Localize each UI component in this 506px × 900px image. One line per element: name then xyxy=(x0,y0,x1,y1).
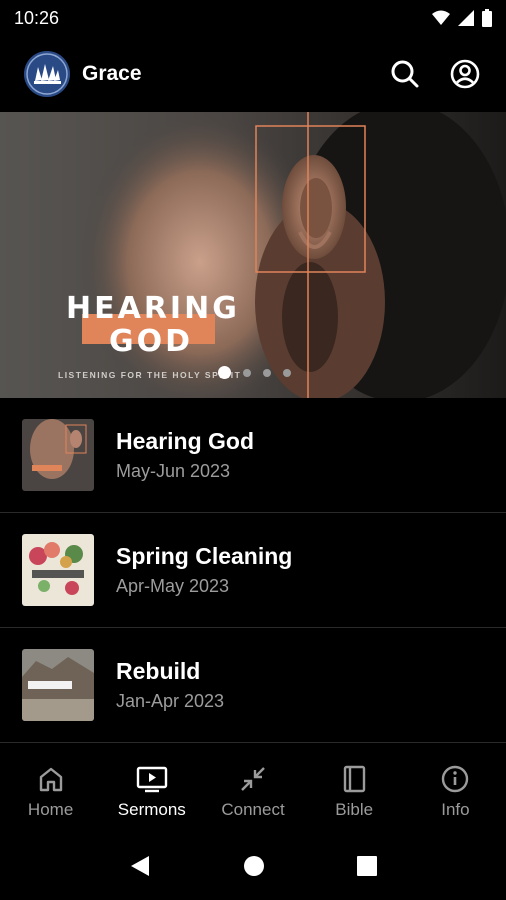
nav-item-sermons[interactable]: Sermons xyxy=(101,752,202,832)
list-item[interactable]: Spring Cleaning Apr-May 2023 xyxy=(0,513,506,628)
nav-item-connect[interactable]: Connect xyxy=(202,752,303,832)
list-item[interactable]: Rebuild Jan-Apr 2023 xyxy=(0,628,506,743)
status-bar: 10:26 xyxy=(0,0,506,36)
nav-label-sermons: Sermons xyxy=(117,800,186,819)
system-nav-bar xyxy=(0,832,506,900)
connect-arrows-icon xyxy=(241,767,265,791)
carousel-dot-1[interactable] xyxy=(218,366,231,379)
carousel-indicator[interactable] xyxy=(218,366,291,379)
series-dates: May-Jun 2023 xyxy=(116,461,231,481)
back-icon[interactable] xyxy=(129,854,151,878)
logo-icon xyxy=(24,51,70,97)
carousel-dot-2[interactable] xyxy=(243,368,251,377)
series-title: Rebuild xyxy=(116,658,201,684)
series-thumbnail xyxy=(22,649,94,721)
series-thumbnail xyxy=(22,419,94,491)
hero-banner[interactable]: HEARING GOD LISTENING FOR THE HOLY SPIRI… xyxy=(0,112,506,398)
status-icons xyxy=(432,9,492,27)
nav-item-bible[interactable]: Bible xyxy=(304,752,405,832)
tv-play-icon xyxy=(136,766,167,793)
sermon-series-list: Hearing God May-Jun 2023 Spring Cleaning… xyxy=(0,398,506,743)
series-dates: Jan-Apr 2023 xyxy=(116,691,225,711)
book-icon xyxy=(344,765,366,793)
nav-label-connect: Connect xyxy=(221,800,285,819)
list-item[interactable]: Hearing God May-Jun 2023 xyxy=(0,398,506,513)
nav-label-bible: Bible xyxy=(335,800,374,819)
hero-title: HEARING GOD xyxy=(66,291,240,359)
hero-tagline: LISTENING FOR THE HOLY SPIRIT xyxy=(58,370,242,380)
home-icon xyxy=(39,767,62,792)
app-bar: Grace xyxy=(0,36,506,112)
account-button[interactable] xyxy=(448,57,482,91)
series-title: Spring Cleaning xyxy=(116,543,293,569)
account-icon xyxy=(450,59,480,89)
battery-icon xyxy=(482,9,492,27)
recents-icon[interactable] xyxy=(357,856,377,876)
nav-label-info: Info xyxy=(441,800,470,819)
app-title: Grace xyxy=(82,62,142,85)
series-title: Hearing God xyxy=(116,428,255,454)
series-dates: Apr-May 2023 xyxy=(116,576,230,596)
carousel-dot-3[interactable] xyxy=(263,368,271,377)
bottom-navigation: Home Sermons Connect Bible Info xyxy=(0,752,506,832)
carousel-dot-4[interactable] xyxy=(283,368,291,377)
hero-title-line2: GOD xyxy=(108,324,194,359)
search-button[interactable] xyxy=(388,57,422,91)
nav-item-home[interactable]: Home xyxy=(0,752,101,832)
search-icon xyxy=(391,60,419,88)
nav-item-info[interactable]: Info xyxy=(405,752,506,832)
signal-icon xyxy=(458,10,474,26)
series-thumbnail xyxy=(22,534,94,606)
church-logo[interactable] xyxy=(24,51,70,97)
home-circle-icon[interactable] xyxy=(243,855,265,877)
hero-title-line1: HEARING xyxy=(66,291,240,326)
info-icon xyxy=(442,765,469,793)
wifi-icon xyxy=(432,10,450,25)
nav-label-home: Home xyxy=(27,800,74,819)
status-time: 10:26 xyxy=(14,7,60,28)
